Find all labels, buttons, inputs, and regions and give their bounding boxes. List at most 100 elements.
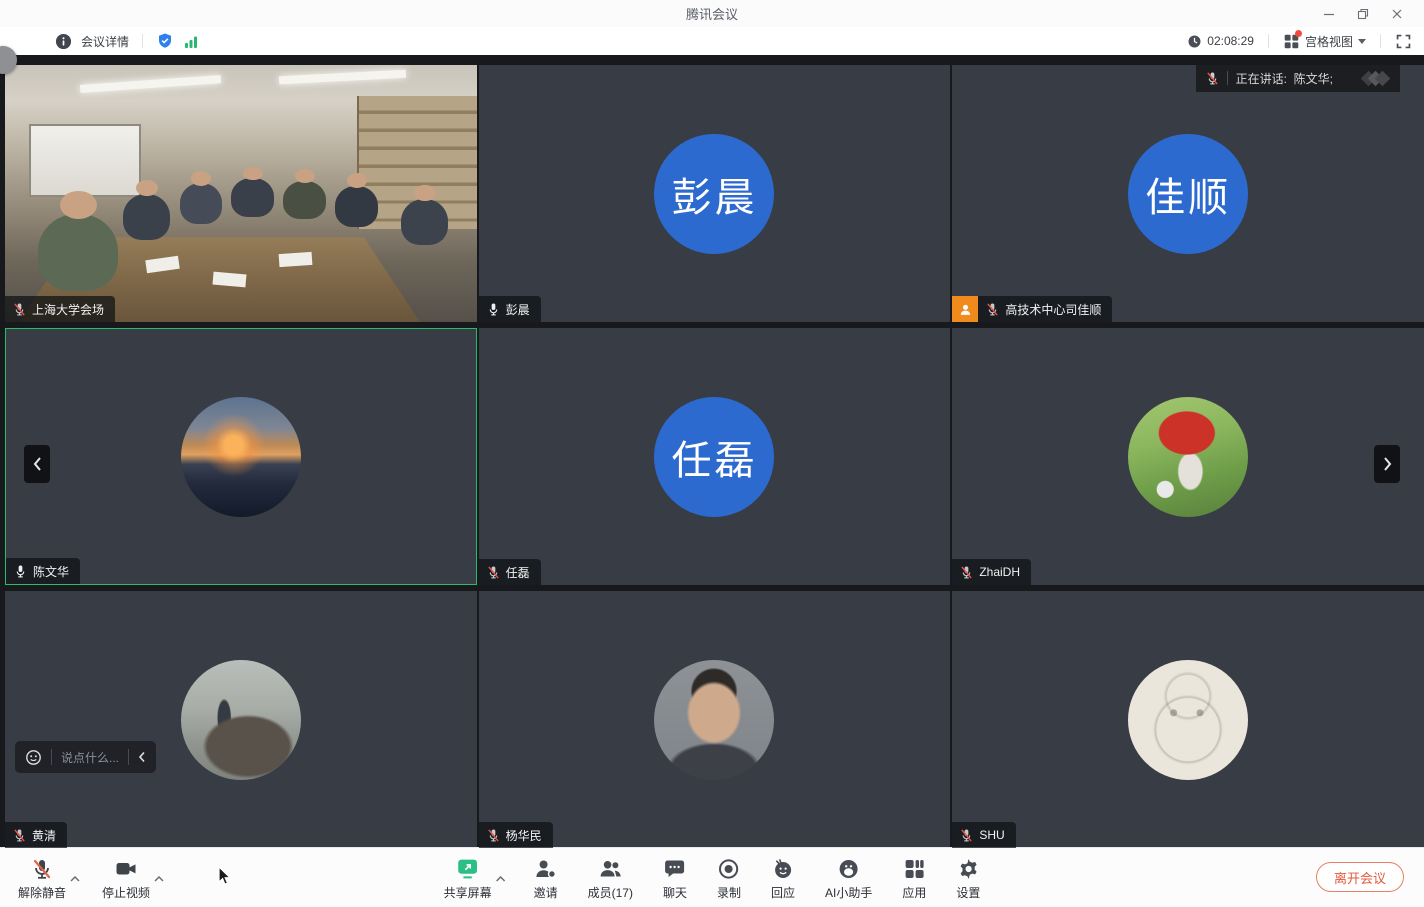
invite-button[interactable]: 邀请 [534, 855, 558, 901]
collapse-chat-icon[interactable] [138, 751, 146, 763]
name-tag: ZhaiDH [952, 559, 1031, 585]
participant-cell-ZhaiDH[interactable]: ZhaiDH [952, 328, 1424, 585]
maximize-button[interactable] [1346, 0, 1380, 27]
host-badge-icon [952, 296, 978, 322]
room-decor [123, 194, 170, 240]
chat-button[interactable]: 聊天 [663, 855, 687, 901]
mic-muted-icon [960, 828, 973, 843]
mic-on-icon [487, 302, 500, 317]
speaking-label: 正在讲话: 陈文华; [1236, 70, 1333, 87]
name-tag: 高技术中心司佳顺 [952, 296, 1112, 322]
next-page-arrow[interactable] [1374, 445, 1400, 483]
ai-assistant-icon [837, 855, 861, 881]
video-grid: 上海大学会场 彭晨 彭晨 佳顺 [5, 65, 1424, 848]
name-tag: SHU [952, 822, 1015, 848]
view-mode-selector[interactable]: 宫格视图 [1283, 33, 1366, 50]
quick-chat-bar[interactable]: 说点什么... [15, 741, 156, 773]
reactions-button[interactable]: 回应 [771, 855, 795, 901]
participant-name: 黄清 [32, 827, 56, 844]
gear-icon [956, 855, 980, 881]
chat-bubble-icon [663, 855, 687, 881]
minimize-button[interactable] [1312, 0, 1346, 27]
participant-cell-杨华民[interactable]: 杨华民 [479, 591, 951, 848]
video-stage: 上海大学会场 彭晨 彭晨 佳顺 [0, 55, 1424, 848]
participant-name: 高技术中心司佳顺 [1005, 301, 1101, 318]
participant-avatar [181, 660, 301, 780]
participant-cell-任磊[interactable]: 任磊 任磊 [479, 328, 951, 585]
title-bar: 腾讯会议 [0, 0, 1424, 27]
room-video-feed [5, 65, 477, 322]
participant-cell-陈文华[interactable]: 陈文华 [5, 328, 477, 585]
apps-button[interactable]: 应用 [902, 855, 926, 901]
participant-name: 任磊 [506, 564, 530, 581]
room-decor [29, 124, 141, 197]
participant-cell-高技术中心司佳顺[interactable]: 佳顺 高技术中心司佳顺 [952, 65, 1424, 322]
network-signal-icon[interactable] [183, 34, 199, 49]
participant-cell-彭晨[interactable]: 彭晨 彭晨 [479, 65, 951, 322]
leave-meeting-button[interactable]: 离开会议 [1316, 862, 1404, 892]
settings-button[interactable]: 设置 [956, 855, 980, 901]
name-tag: 陈文华 [6, 558, 80, 584]
bottom-toolbar: 解除静音 停止视频 共享屏幕 [0, 847, 1424, 907]
participant-avatar [181, 397, 301, 517]
video-options-caret[interactable] [154, 869, 164, 887]
room-decor [38, 214, 118, 291]
participant-name: 上海大学会场 [32, 301, 104, 318]
name-tag: 任磊 [479, 559, 541, 585]
mic-muted-icon [986, 302, 999, 317]
meeting-timer: 02:08:29 [1187, 34, 1254, 49]
room-decor [278, 69, 406, 84]
quick-chat-input[interactable]: 说点什么... [61, 749, 119, 766]
ai-assistant-button[interactable]: AI小助手 [825, 855, 872, 901]
mic-muted-icon [487, 828, 500, 843]
room-decor [283, 181, 325, 220]
security-shield-icon[interactable] [156, 32, 174, 50]
mic-muted-icon [30, 855, 54, 881]
mic-muted-icon [960, 565, 973, 580]
banner-decor [1367, 73, 1388, 84]
participant-name: 彭晨 [506, 301, 530, 318]
participant-avatar: 任磊 [654, 397, 774, 517]
notification-dot [1295, 30, 1302, 37]
fullscreen-button[interactable] [1395, 33, 1412, 50]
name-tag: 上海大学会场 [5, 296, 115, 322]
info-icon[interactable] [55, 33, 72, 50]
name-tag: 杨华民 [479, 822, 553, 848]
emoji-icon[interactable] [25, 749, 42, 766]
room-decor [278, 251, 312, 266]
mic-on-icon [14, 564, 27, 579]
prev-page-arrow[interactable] [24, 445, 50, 483]
window-controls [1312, 0, 1414, 27]
mic-options-caret[interactable] [70, 869, 80, 887]
unmute-button[interactable]: 解除静音 [18, 855, 66, 901]
participant-avatar [1128, 660, 1248, 780]
name-tag: 黄清 [5, 822, 67, 848]
meeting-details-link[interactable]: 会议详情 [81, 33, 129, 50]
record-button[interactable]: 录制 [717, 855, 741, 901]
participant-name: SHU [979, 828, 1004, 842]
room-decor [231, 178, 273, 217]
members-button[interactable]: 成员(17) [588, 855, 633, 901]
stop-video-button[interactable]: 停止视频 [102, 855, 150, 901]
meeting-toolbar: 会议详情 02:08:29 宫格视图 [0, 27, 1424, 56]
participant-cell-黄清[interactable]: 说点什么... 黄清 [5, 591, 477, 848]
participant-name: 杨华民 [506, 827, 542, 844]
clock-icon [1187, 34, 1202, 49]
invite-icon [534, 855, 558, 881]
room-decor [80, 75, 222, 93]
share-screen-button[interactable]: 共享屏幕 [444, 855, 492, 901]
reaction-smiley-icon [771, 855, 795, 881]
name-tag: 彭晨 [479, 296, 541, 322]
participant-avatar: 佳顺 [1128, 134, 1248, 254]
speaking-banner: 正在讲话: 陈文华; [1196, 64, 1400, 92]
close-button[interactable] [1380, 0, 1414, 27]
participant-cell-上海大学会场[interactable]: 上海大学会场 [5, 65, 477, 322]
room-decor [401, 199, 448, 245]
share-options-caret[interactable] [496, 869, 506, 887]
participant-cell-SHU[interactable]: SHU [952, 591, 1424, 848]
share-screen-icon [455, 855, 481, 881]
mic-muted-icon [1206, 71, 1219, 86]
participant-name: 陈文华 [33, 563, 69, 580]
chevron-down-icon [1358, 39, 1366, 44]
room-decor [335, 186, 377, 227]
